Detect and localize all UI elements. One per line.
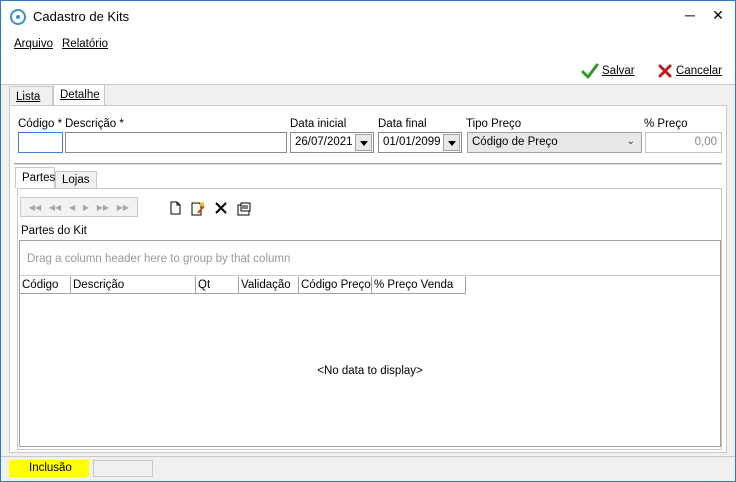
cancel-button[interactable]: Cancelar xyxy=(657,63,722,79)
save-button[interactable]: Salvar xyxy=(581,63,635,79)
col-codigo[interactable]: Código xyxy=(20,277,71,294)
tab-lojas[interactable]: Lojas xyxy=(55,171,97,189)
new-document-icon[interactable] xyxy=(168,201,182,215)
perc-preco-label: % Preço xyxy=(644,118,688,130)
grid-caption: Partes do Kit xyxy=(21,225,87,237)
window-title: Cadastro de Kits xyxy=(33,9,130,24)
tab-lista[interactable]: Lista xyxy=(9,86,53,106)
properties-icon[interactable] xyxy=(236,201,252,217)
next-page-icon[interactable]: ▶▶ xyxy=(97,203,109,212)
tab-detalhe[interactable]: Detalhe xyxy=(53,84,105,105)
toolbar: Salvar Cancelar xyxy=(1,54,735,85)
menu-arquivo[interactable]: Arquivo xyxy=(14,38,53,50)
next-record-icon[interactable]: ▶ xyxy=(83,203,89,212)
main-window: Cadastro de Kits ─ ✕ Arquivo Relatório S… xyxy=(0,0,736,482)
tab-lojas-label: Lojas xyxy=(62,174,90,186)
tab-detalhe-label: Detalhe xyxy=(60,89,100,101)
chevron-down-icon: ⌄ xyxy=(626,136,635,147)
app-icon xyxy=(10,9,26,25)
menu-relatorio[interactable]: Relatório xyxy=(62,38,108,50)
data-inicial-input[interactable]: 26/07/2021 xyxy=(290,132,374,153)
delete-icon[interactable] xyxy=(214,201,228,215)
data-inicial-value: 26/07/2021 xyxy=(295,136,353,148)
data-final-input[interactable]: 01/01/2099 xyxy=(378,132,462,153)
codigo-label: Código * xyxy=(18,118,63,130)
record-navigator: ◀◀ ◀◀ ◀ ▶ ▶▶ ▶▶ xyxy=(20,197,138,217)
col-validacao[interactable]: Validação xyxy=(239,277,299,294)
close-button[interactable]: ✕ xyxy=(703,3,733,27)
col-codigo-preco[interactable]: Código Preço xyxy=(299,277,372,294)
data-inicial-dropdown-button[interactable] xyxy=(355,134,372,151)
col-qt[interactable]: Qt xyxy=(196,277,239,294)
group-by-panel[interactable]: Drag a column header here to group by th… xyxy=(20,241,720,276)
last-record-icon[interactable]: ▶▶ xyxy=(117,203,129,212)
col-descricao[interactable]: Descrição xyxy=(71,277,196,294)
prev-page-icon[interactable]: ◀◀ xyxy=(49,203,61,212)
tipo-preco-select[interactable]: Código de Preço ⌄ xyxy=(467,132,642,153)
data-final-label: Data final xyxy=(378,118,427,130)
x-icon xyxy=(658,64,672,78)
data-final-dropdown-button[interactable] xyxy=(443,134,460,151)
empty-grid-message: <No data to display> xyxy=(317,365,423,377)
first-record-icon[interactable]: ◀◀ xyxy=(29,203,41,212)
cancel-label: Cancelar xyxy=(676,65,723,77)
codigo-input[interactable] xyxy=(18,132,63,153)
tab-partes[interactable]: Partes xyxy=(15,167,55,188)
minimize-button[interactable]: ─ xyxy=(675,3,705,27)
section-divider xyxy=(14,163,722,165)
col-perc-preco-venda[interactable]: % Preço Venda xyxy=(372,277,466,294)
status-bar: Inclusão xyxy=(1,456,735,481)
prev-record-icon[interactable]: ◀ xyxy=(69,203,75,212)
tab-lista-label: Lista xyxy=(16,91,41,103)
grid-header: Código Descrição Qt Validação Código Pre… xyxy=(20,277,466,294)
check-icon xyxy=(581,63,599,79)
status-segment xyxy=(93,460,153,477)
status-mode: Inclusão xyxy=(9,460,89,477)
descricao-input[interactable] xyxy=(65,132,287,153)
tab-partes-label: Partes xyxy=(22,172,56,184)
menu-bar: Arquivo Relatório xyxy=(1,32,735,54)
tipo-preco-value: Código de Preço xyxy=(472,136,558,148)
partes-grid: Drag a column header here to group by th… xyxy=(19,240,721,447)
data-final-value: 01/01/2099 xyxy=(383,136,441,148)
perc-preco-input[interactable]: 0,00 xyxy=(645,132,722,153)
edit-document-icon[interactable] xyxy=(190,201,206,217)
title-bar: Cadastro de Kits ─ ✕ xyxy=(1,1,735,32)
save-label: Salvar xyxy=(602,65,635,77)
data-inicial-label: Data inicial xyxy=(290,118,347,130)
tipo-preco-label: Tipo Preço xyxy=(466,118,522,130)
descricao-label: Descrição * xyxy=(65,118,124,130)
partes-panel: ◀◀ ◀◀ ◀ ▶ ▶▶ ▶▶ Partes do Kit Drag a col… xyxy=(17,188,722,450)
